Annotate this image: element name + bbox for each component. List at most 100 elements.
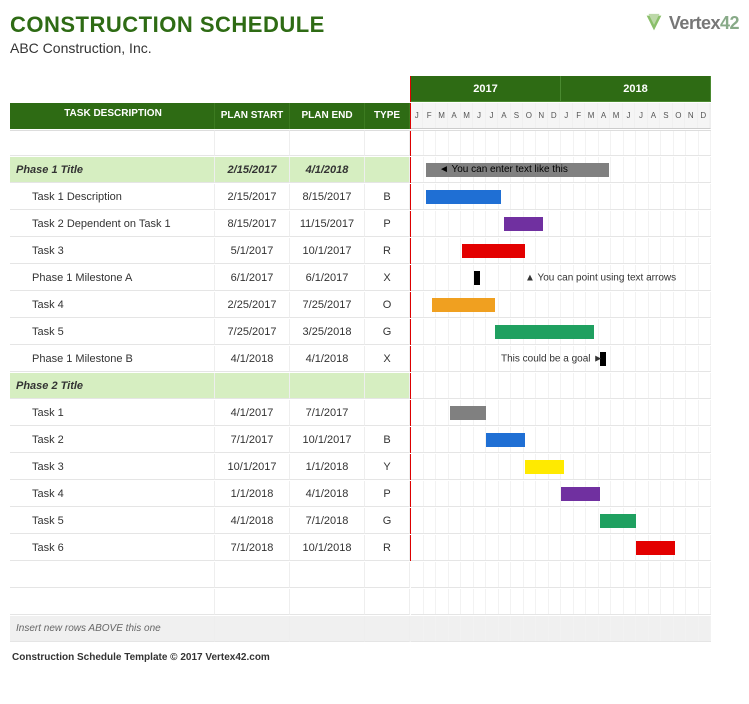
task-cell[interactable]: Task 1 Description [10,184,215,210]
end-cell[interactable]: 4/1/2018 [290,481,365,507]
footer [215,616,290,642]
month-label: O [673,103,685,128]
gantt-empty [411,589,711,615]
end-cell[interactable]: 4/1/2018 [290,346,365,372]
type-cell[interactable]: P [365,211,410,237]
start-cell[interactable]: 1/1/2018 [215,481,290,507]
empty[interactable] [365,562,410,588]
footer [365,616,410,642]
task-cell[interactable]: Phase 1 Milestone A [10,265,215,291]
year-header-2018: 2018 [561,76,711,102]
task-cell[interactable]: Task 3 [10,238,215,264]
gantt-cell [411,535,711,561]
gantt-cell [411,292,711,318]
task-cell[interactable]: Phase 1 Milestone B [10,346,215,372]
type-cell[interactable] [365,373,410,399]
end-cell[interactable]: 7/1/2018 [290,508,365,534]
month-label: J [411,103,423,128]
type-cell[interactable]: O [365,292,410,318]
month-label: J [486,103,498,128]
empty[interactable] [290,589,365,615]
task-cell[interactable]: Task 6 [10,535,215,561]
gantt-cell [411,427,711,453]
gantt-cell [411,211,711,237]
type-cell[interactable] [365,157,410,183]
end-cell[interactable]: 10/1/2018 [290,535,365,561]
gantt-bar [450,406,486,420]
task-cell[interactable]: Phase 2 Title [10,373,215,399]
task-cell[interactable]: Task 5 [10,508,215,534]
end-cell[interactable] [290,373,365,399]
start-cell[interactable]: 7/1/2017 [215,427,290,453]
type-cell[interactable]: G [365,319,410,345]
end-cell[interactable]: 4/1/2018 [290,157,365,183]
col-end: PLAN END [290,103,365,129]
gantt-cell [411,454,711,480]
task-cell[interactable]: Task 4 [10,292,215,318]
start-cell[interactable]: 2/25/2017 [215,292,290,318]
start-cell[interactable]: 4/1/2018 [215,346,290,372]
start-cell[interactable]: 4/1/2018 [215,508,290,534]
insert-hint: Insert new rows ABOVE this one [10,616,215,642]
type-cell[interactable]: Y [365,454,410,480]
empty[interactable] [365,589,410,615]
end-cell[interactable]: 7/1/2017 [290,400,365,426]
gantt-bar [636,541,675,555]
start-cell[interactable]: 4/1/2017 [215,400,290,426]
type-cell[interactable]: P [365,481,410,507]
task-cell[interactable]: Task 2 Dependent on Task 1 [10,211,215,237]
page-title: CONSTRUCTION SCHEDULE [10,12,325,38]
month-label: F [573,103,585,128]
type-cell[interactable]: G [365,508,410,534]
start-cell[interactable] [215,373,290,399]
month-label: A [498,103,510,128]
empty[interactable] [10,562,215,588]
gantt-bar [600,514,636,528]
spacer [365,130,410,156]
blank [215,76,290,102]
month-label: J [623,103,635,128]
empty[interactable] [215,562,290,588]
type-cell[interactable]: R [365,238,410,264]
end-cell[interactable]: 6/1/2017 [290,265,365,291]
end-cell[interactable]: 3/25/2018 [290,319,365,345]
type-cell[interactable] [365,400,410,426]
empty[interactable] [10,589,215,615]
start-cell[interactable]: 2/15/2017 [215,184,290,210]
task-cell[interactable]: Task 5 [10,319,215,345]
type-cell[interactable]: B [365,184,410,210]
gantt-cell [411,400,711,426]
end-cell[interactable]: 1/1/2018 [290,454,365,480]
end-cell[interactable]: 10/1/2017 [290,238,365,264]
empty[interactable] [215,589,290,615]
start-cell[interactable]: 5/1/2017 [215,238,290,264]
task-cell[interactable]: Task 4 [10,481,215,507]
end-cell[interactable]: 7/25/2017 [290,292,365,318]
task-cell[interactable]: Task 2 [10,427,215,453]
gantt-bar [474,271,480,285]
start-cell[interactable]: 7/1/2018 [215,535,290,561]
month-label: D [548,103,560,128]
col-start: PLAN START [215,103,290,129]
end-cell[interactable]: 8/15/2017 [290,184,365,210]
month-header: JFMAMJJASONDJFMAMJJASOND [411,103,711,129]
empty[interactable] [290,562,365,588]
end-cell[interactable]: 10/1/2017 [290,427,365,453]
start-cell[interactable]: 8/15/2017 [215,211,290,237]
task-cell[interactable]: Phase 1 Title [10,157,215,183]
start-cell[interactable]: 6/1/2017 [215,265,290,291]
start-cell[interactable]: 7/25/2017 [215,319,290,345]
type-cell[interactable]: B [365,427,410,453]
start-cell[interactable]: 10/1/2017 [215,454,290,480]
type-cell[interactable]: X [365,346,410,372]
end-cell[interactable]: 11/15/2017 [290,211,365,237]
type-cell[interactable]: R [365,535,410,561]
gantt-annotation: ◄ You can enter text like this [435,163,609,177]
type-cell[interactable]: X [365,265,410,291]
start-cell[interactable]: 2/15/2017 [215,157,290,183]
month-label: J [560,103,572,128]
month-label: M [610,103,622,128]
task-cell[interactable]: Task 1 [10,400,215,426]
task-cell[interactable]: Task 3 [10,454,215,480]
month-label: N [536,103,548,128]
